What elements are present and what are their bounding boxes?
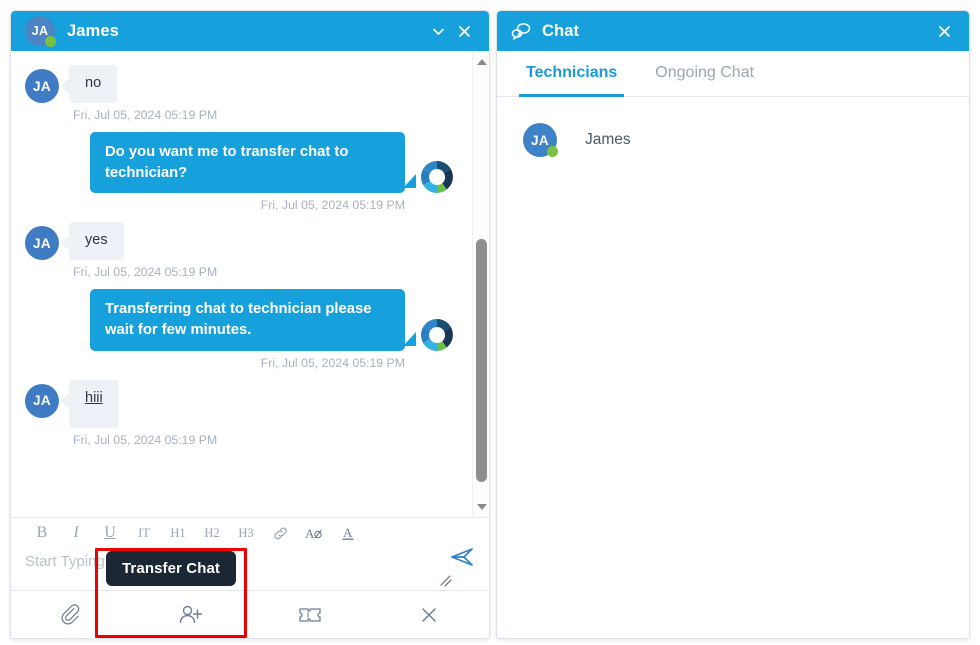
heading-1-button[interactable]: H1 [161,520,195,546]
message-item: JA hiii Fri, Jul 05, 2024 05:19 PM [25,379,455,448]
message-item: JA yes Fri, Jul 05, 2024 05:19 PM [25,222,455,279]
message-bubble: yes [60,222,124,260]
message-text: hiii [85,389,103,406]
transfer-chat-tooltip: Transfer Chat [106,551,236,586]
panel-tabs: Technicians Ongoing Chat [497,51,969,97]
chat-window: JA James JA no Fri, Jul 05, 2024 05:19 P… [10,10,490,639]
technician-name: James [585,131,631,148]
end-chat-button[interactable] [370,591,490,638]
heading-2-button[interactable]: H2 [195,520,229,546]
clear-formatting-icon[interactable]: A [297,520,331,546]
tab-technicians[interactable]: Technicians [519,52,625,97]
avatar: JA [25,69,59,103]
chat-action-bar [11,590,489,638]
create-ticket-button[interactable] [250,591,370,638]
editor-area [11,548,489,590]
message-bubble: no [59,65,118,103]
tab-ongoing-chat[interactable]: Ongoing Chat [648,52,761,97]
message-composer: B I U IT H1 H2 H3 A A Start Typing... [11,517,489,638]
message-timestamp: Fri, Jul 05, 2024 05:19 PM [73,108,218,122]
message-bubble: Transferring chat to technician please w… [90,289,416,351]
resize-handle-icon[interactable] [439,574,453,588]
message-item: JA no Fri, Jul 05, 2024 05:19 PM [25,65,455,122]
message-list-scrollbar[interactable] [472,51,489,517]
bot-avatar-icon [419,159,455,195]
message-bubble: Do you want me to transfer chat to techn… [90,132,416,194]
message-item: Do you want me to transfer chat to techn… [25,132,455,212]
technicians-list: JA James [497,97,969,638]
svg-text:A: A [305,526,315,541]
close-icon[interactable] [451,18,477,44]
scrollbar-thumb[interactable] [476,239,487,482]
link-icon[interactable] [263,520,297,546]
heading-3-button[interactable]: H3 [229,520,263,546]
attach-file-button[interactable] [11,591,131,638]
chat-panel-title: Chat [542,21,580,40]
underline-button[interactable]: U [93,520,127,546]
send-icon[interactable] [445,540,479,574]
format-toolbar: B I U IT H1 H2 H3 A A [11,518,489,548]
message-timestamp: Fri, Jul 05, 2024 05:19 PM [260,355,405,370]
svg-text:A: A [343,525,353,540]
chat-panel-header: Chat [497,11,969,51]
close-icon[interactable] [931,18,957,44]
scroll-up-arrow-icon[interactable] [473,53,489,70]
transfer-chat-button[interactable] [131,591,251,638]
message-item: Transferring chat to technician please w… [25,289,455,370]
chat-side-panel: Chat Technicians Ongoing Chat JA James [496,10,970,639]
message-timestamp: Fri, Jul 05, 2024 05:19 PM [73,265,218,280]
chevron-down-icon[interactable] [425,18,451,44]
avatar: JA [25,383,59,418]
message-timestamp: Fri, Jul 05, 2024 05:19 PM [73,433,218,448]
chat-bubbles-icon [511,22,532,41]
text-color-icon[interactable]: A [331,520,365,546]
chat-window-header: JA James [11,11,489,51]
list-item[interactable]: JA James [497,115,969,165]
message-input[interactable] [25,548,475,574]
message-list: JA no Fri, Jul 05, 2024 05:19 PM Do you … [11,51,489,517]
avatar: JA [25,226,59,261]
online-status-dot [45,36,56,47]
italic-button[interactable]: I [59,520,93,546]
chat-header-avatar: JA [25,16,56,47]
app-root: JA James JA no Fri, Jul 05, 2024 05:19 P… [0,0,980,645]
avatar: JA [523,123,558,157]
bot-avatar-icon [419,317,455,353]
strikethrough-button[interactable]: IT [127,520,161,546]
online-status-dot [547,146,558,157]
bold-button[interactable]: B [25,520,59,546]
message-bubble: hiii [60,379,119,429]
scroll-down-arrow-icon[interactable] [473,498,489,515]
message-timestamp: Fri, Jul 05, 2024 05:19 PM [260,198,405,213]
chat-header-title: James [67,21,119,40]
